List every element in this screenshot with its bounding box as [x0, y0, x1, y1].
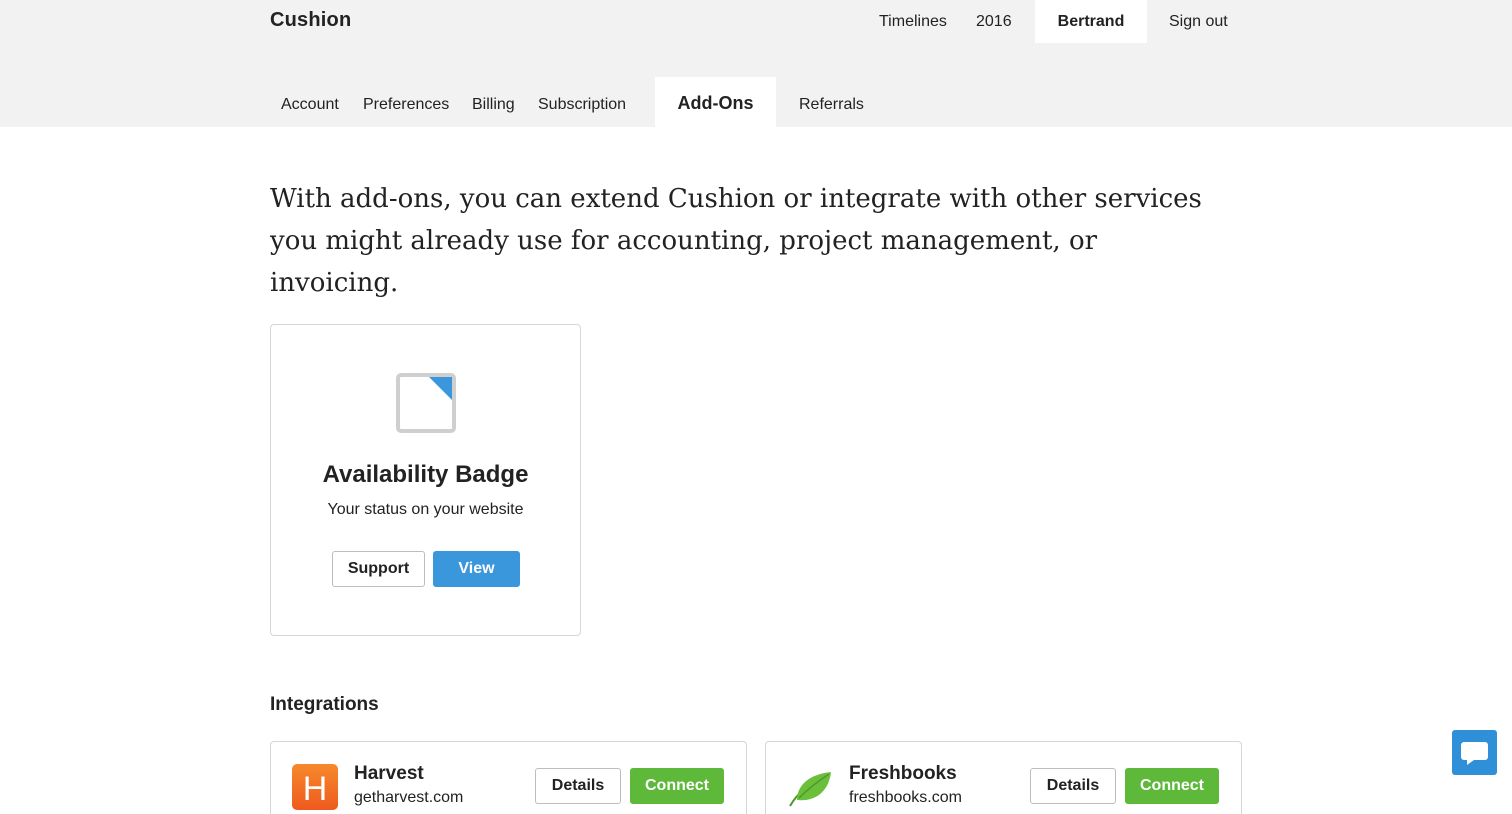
- nav-year[interactable]: 2016: [976, 0, 1012, 43]
- integration-card-freshbooks: Freshbooks freshbooks.com Details Connec…: [765, 741, 1242, 814]
- harvest-details-button[interactable]: Details: [535, 768, 621, 804]
- addon-title: Availability Badge: [322, 461, 529, 488]
- freshbooks-leaf-icon: [789, 772, 831, 807]
- header: Cushion Timelines 2016 Bertrand Sign out…: [0, 0, 1512, 127]
- support-button[interactable]: Support: [332, 551, 425, 587]
- tab-billing[interactable]: Billing: [472, 77, 515, 127]
- harvest-connect-button[interactable]: Connect: [630, 768, 724, 804]
- freshbooks-connect-button[interactable]: Connect: [1125, 768, 1219, 804]
- chat-bubble-icon: [1461, 742, 1488, 765]
- integration-name: Freshbooks: [849, 763, 957, 784]
- tab-subscription[interactable]: Subscription: [538, 77, 626, 127]
- tab-referrals[interactable]: Referrals: [799, 77, 864, 127]
- chat-button[interactable]: [1452, 730, 1497, 775]
- integration-card-harvest: H Harvest getharvest.com Details Connect: [270, 741, 747, 814]
- availability-badge-card: Availability Badge Your status on your w…: [270, 324, 581, 636]
- tab-preferences[interactable]: Preferences: [363, 77, 449, 127]
- freshbooks-details-button[interactable]: Details: [1030, 768, 1116, 804]
- nav-user[interactable]: Bertrand: [1035, 0, 1147, 43]
- tab-account[interactable]: Account: [281, 77, 339, 127]
- availability-badge-icon: [396, 373, 456, 433]
- addon-subtitle: Your status on your website: [327, 501, 524, 518]
- integrations-heading: Integrations: [270, 694, 379, 715]
- harvest-logo-letter: H: [303, 770, 328, 808]
- harvest-logo-icon: H: [292, 764, 338, 810]
- intro-text: With add-ons, you can extend Cushion or …: [270, 184, 1202, 298]
- tab-add-ons[interactable]: Add-Ons: [655, 77, 776, 127]
- integration-domain: freshbooks.com: [849, 789, 962, 806]
- integration-domain: getharvest.com: [354, 789, 464, 806]
- nav-sign-out[interactable]: Sign out: [1169, 0, 1228, 43]
- view-button[interactable]: View: [433, 551, 520, 587]
- nav-timelines[interactable]: Timelines: [879, 0, 947, 43]
- integration-name: Harvest: [354, 763, 424, 784]
- brand-logo[interactable]: Cushion: [270, 9, 351, 32]
